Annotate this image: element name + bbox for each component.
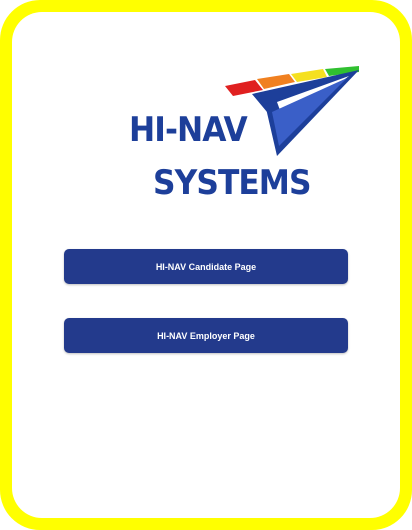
logo-text-systems: SYSTEMS	[153, 163, 312, 203]
hinav-logo: HI-NAV SYSTEMS	[127, 64, 367, 209]
yellow-frame: HI-NAV SYSTEMS HI-NAV Candidate Page HI-…	[0, 0, 412, 530]
employer-page-button[interactable]: HI-NAV Employer Page	[64, 318, 348, 353]
logo-text-hinav: HI-NAV	[129, 110, 248, 150]
candidate-page-button[interactable]: HI-NAV Candidate Page	[64, 249, 348, 284]
content-card: HI-NAV SYSTEMS HI-NAV Candidate Page HI-…	[12, 12, 400, 518]
